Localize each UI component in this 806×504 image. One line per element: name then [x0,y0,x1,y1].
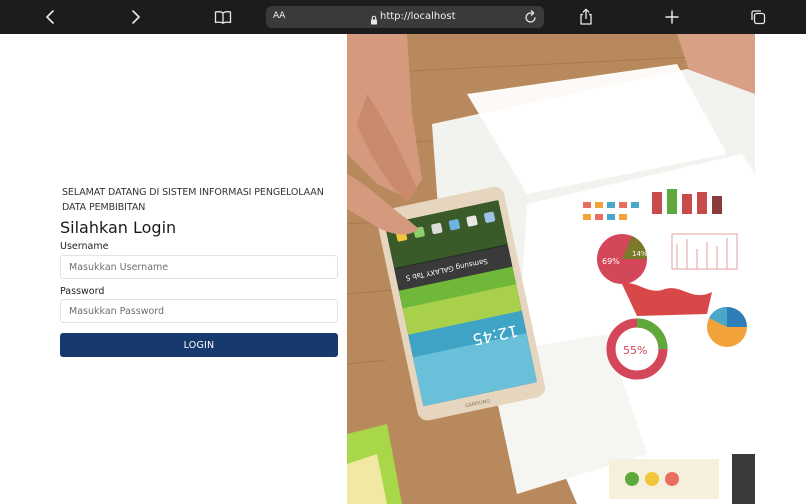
page-title: Silahkan Login [60,218,177,237]
reload-icon[interactable] [524,9,538,30]
login-panel: SELAMAT DATANG DI SISTEM INFORMASI PENGE… [0,34,347,504]
new-tab-icon[interactable] [661,0,683,34]
page-content: SELAMAT DATANG DI SISTEM INFORMASI PENGE… [0,34,806,504]
reader-icon[interactable] [211,0,235,34]
cycle-label: 55% [623,344,647,357]
share-icon[interactable] [575,0,597,34]
welcome-text: SELAMAT DATANG DI SISTEM INFORMASI PENGE… [62,187,324,213]
back-icon[interactable] [38,0,62,34]
pie-label-a: 69% [602,257,620,266]
browser-toolbar: AA http://localhost [0,0,806,34]
url-text: http://localhost [380,11,456,22]
password-label: Password [60,286,105,297]
forward-icon[interactable] [124,0,148,34]
pie-label-b: 14% [632,250,648,258]
username-label: Username [60,241,109,252]
address-bar[interactable]: AA http://localhost [266,6,544,28]
hero-photo: 69% 14% 55% Samsung GALAXY Tab S 12:45 S… [347,34,755,504]
tabs-icon[interactable] [747,0,769,34]
username-input[interactable] [60,255,338,279]
text-size-button[interactable]: AA [273,11,285,21]
lock-icon [370,12,378,30]
password-input[interactable] [60,299,338,323]
right-margin [755,34,806,504]
login-button[interactable]: LOGIN [60,333,338,357]
